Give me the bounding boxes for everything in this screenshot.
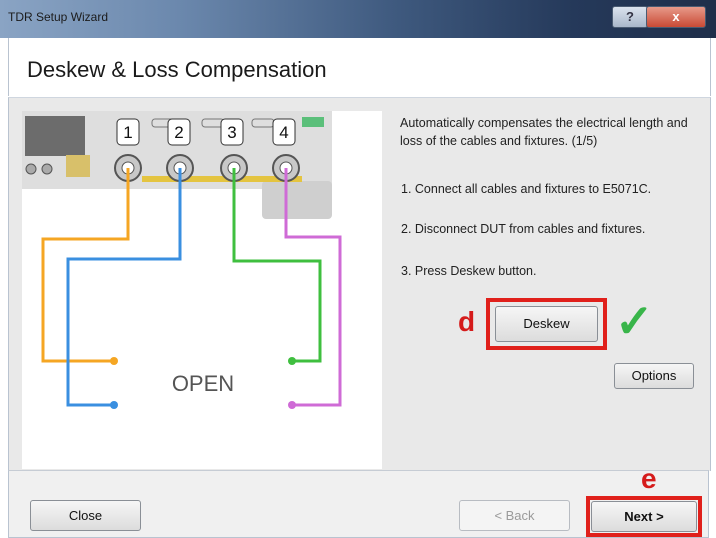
window-title: TDR Setup Wizard bbox=[8, 10, 109, 24]
cable-end-2 bbox=[110, 401, 118, 409]
instruction-step-3: 3. Press Deskew button. bbox=[401, 264, 537, 278]
cable-end-1 bbox=[110, 357, 118, 365]
panel-connector-icon bbox=[66, 155, 90, 177]
wizard-footer: Close < Back e Next > bbox=[8, 463, 709, 538]
next-button[interactable]: Next > bbox=[591, 501, 697, 532]
connection-diagram: 1 2 3 4 OPEN bbox=[22, 111, 382, 469]
deskew-button[interactable]: Deskew bbox=[495, 306, 598, 342]
open-label: OPEN bbox=[172, 371, 234, 396]
window-close-button[interactable]: x bbox=[646, 6, 706, 28]
annotation-e: e bbox=[641, 463, 657, 494]
port-label-4: 4 bbox=[279, 123, 288, 142]
port-label-3: 3 bbox=[227, 123, 236, 142]
cable-1 bbox=[41, 168, 130, 363]
panel-knob-icon bbox=[41, 163, 53, 175]
close-button[interactable]: Close bbox=[30, 500, 141, 531]
close-icon: x bbox=[672, 9, 680, 24]
back-button[interactable]: < Back bbox=[459, 500, 570, 531]
page-title: Deskew & Loss Compensation bbox=[27, 57, 327, 82]
instruction-step-1: 1. Connect all cables and fixtures to E5… bbox=[401, 182, 652, 196]
help-button[interactable]: ? bbox=[612, 6, 648, 28]
instruction-step-2: 2. Disconnect DUT from cables and fixtur… bbox=[401, 222, 646, 236]
port-label-2: 2 bbox=[174, 123, 183, 142]
options-button[interactable]: Options bbox=[614, 363, 694, 389]
port-label-1: 1 bbox=[123, 123, 132, 142]
cable-end-3 bbox=[288, 357, 296, 365]
cable-2 bbox=[66, 168, 182, 407]
instrument-foot bbox=[262, 181, 332, 219]
annotation-d: d bbox=[458, 306, 476, 337]
cable-end-4 bbox=[288, 401, 296, 409]
connection-diagram-svg: 1 2 3 4 OPEN bbox=[22, 111, 342, 409]
wizard-header: Deskew & Loss Compensation bbox=[8, 38, 711, 96]
panel-led-icon bbox=[302, 117, 324, 127]
instruction-description: Automatically compensates the electrical… bbox=[400, 116, 688, 148]
instrument-display bbox=[25, 116, 85, 156]
wizard-content: 1 2 3 4 OPEN Automatically compensates t… bbox=[8, 97, 711, 471]
title-bar: TDR Setup Wizard ? x bbox=[0, 0, 716, 38]
checkmark-icon: ✓ bbox=[615, 295, 654, 347]
help-icon: ? bbox=[626, 9, 634, 24]
panel-knob-icon bbox=[25, 163, 37, 175]
